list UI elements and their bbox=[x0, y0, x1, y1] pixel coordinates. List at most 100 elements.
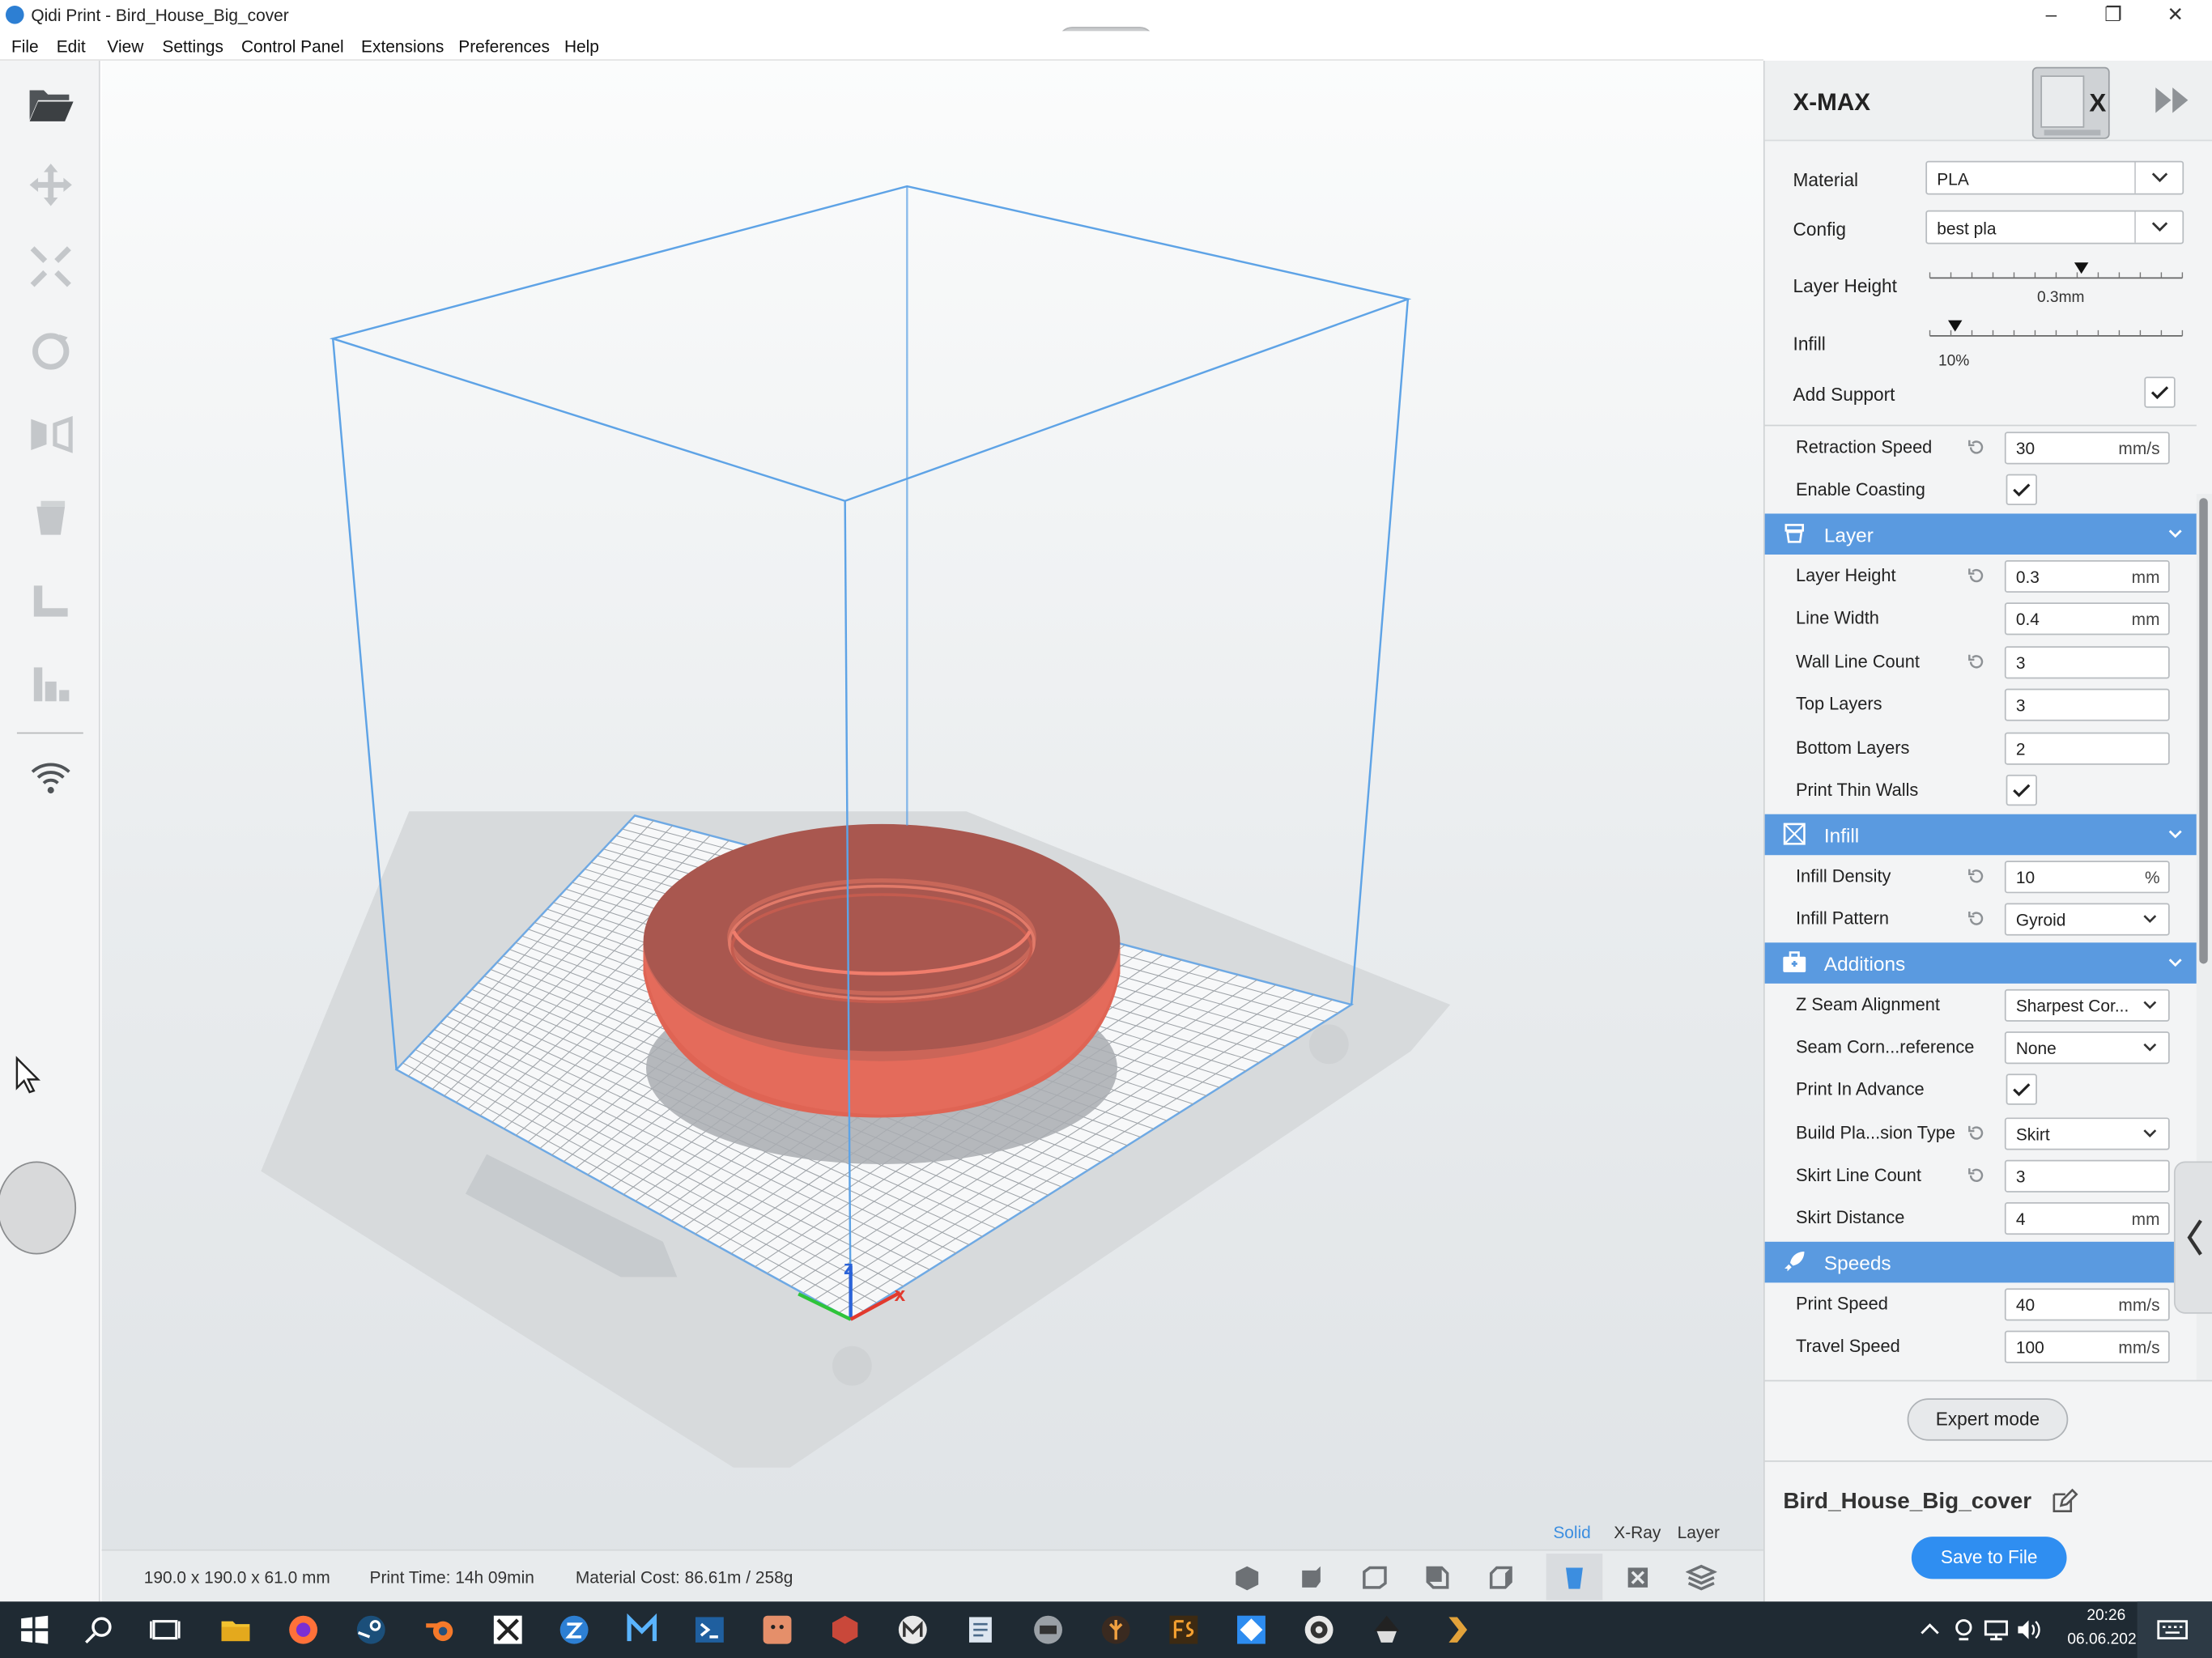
notepad-icon[interactable] bbox=[963, 1613, 998, 1647]
layer-height-slider[interactable] bbox=[1927, 261, 2185, 283]
touch-keyboard-icon[interactable] bbox=[2155, 1613, 2189, 1647]
view-top-icon[interactable] bbox=[1359, 1562, 1389, 1592]
section-additions[interactable]: Additions bbox=[1764, 942, 2197, 984]
view-front-icon[interactable] bbox=[1295, 1562, 1325, 1592]
material-select[interactable]: PLA bbox=[1925, 160, 2184, 195]
restore-button[interactable]: ❐ bbox=[2082, 0, 2145, 31]
top-layers-input[interactable]: 3 bbox=[2004, 688, 2170, 721]
3d-viewport[interactable]: z x Solid X-Ray Layer 190.0 x 190.0 x 61… bbox=[101, 60, 1763, 1602]
z-seam-alignment-select[interactable]: Sharpest Cor... bbox=[2004, 988, 2170, 1022]
printer-name[interactable]: X-MAX bbox=[1793, 89, 1870, 117]
layer-height-input[interactable]: 0.3 mm bbox=[2004, 559, 2170, 593]
enable-coasting-checkbox[interactable] bbox=[2006, 474, 2037, 505]
solid-view-icon[interactable] bbox=[1559, 1562, 1589, 1592]
config-select[interactable]: best pla bbox=[1925, 210, 2184, 244]
print-in-advance-checkbox[interactable] bbox=[2006, 1073, 2037, 1105]
windows-start-icon[interactable] bbox=[17, 1613, 51, 1647]
collapse-panel-icon[interactable] bbox=[2153, 83, 2193, 117]
reset-icon[interactable] bbox=[1967, 908, 1986, 928]
line-width-input[interactable]: 0.4 mm bbox=[2004, 602, 2170, 636]
xray-view-icon[interactable] bbox=[1623, 1562, 1653, 1592]
build-plate-scene[interactable]: z x bbox=[101, 61, 1763, 1550]
blender-icon[interactable] bbox=[423, 1613, 457, 1647]
menu-view[interactable]: View bbox=[107, 36, 143, 56]
obs-icon[interactable] bbox=[1302, 1613, 1336, 1647]
infill-density-input[interactable]: 10% bbox=[2004, 861, 2170, 894]
skirt-line-count-input[interactable]: 3 bbox=[2004, 1159, 2170, 1192]
view-mode-xray[interactable]: X-Ray bbox=[1614, 1523, 1661, 1542]
open-folder-icon[interactable] bbox=[25, 78, 76, 129]
tray-volume-icon[interactable] bbox=[2014, 1613, 2043, 1647]
arrow-app-icon[interactable] bbox=[1440, 1613, 1474, 1647]
firefox-icon[interactable] bbox=[287, 1613, 321, 1647]
infill-slider[interactable] bbox=[1927, 319, 2185, 342]
skirt-distance-input[interactable]: 4 mm bbox=[2004, 1202, 2170, 1235]
fusion-fs-icon[interactable] bbox=[1167, 1613, 1201, 1647]
menu-file[interactable]: File bbox=[11, 36, 39, 56]
close-button[interactable]: ✕ bbox=[2144, 0, 2206, 31]
infill-pattern-select[interactable]: Gyroid bbox=[2004, 903, 2170, 936]
reset-icon[interactable] bbox=[1967, 866, 1986, 886]
bottom-layers-input[interactable]: 2 bbox=[2004, 732, 2170, 765]
m-app-icon[interactable] bbox=[895, 1613, 929, 1647]
view-3d-icon[interactable] bbox=[1231, 1562, 1262, 1592]
settings-scrollbar-thumb[interactable] bbox=[2199, 498, 2208, 964]
save-to-file-button[interactable]: Save to File bbox=[1911, 1537, 2067, 1579]
support-blocker-icon[interactable] bbox=[25, 574, 76, 625]
wifi-icon[interactable] bbox=[25, 752, 76, 803]
edit-icon[interactable] bbox=[2050, 1487, 2078, 1516]
inkscape-icon[interactable] bbox=[1370, 1613, 1404, 1647]
move-icon[interactable] bbox=[25, 159, 76, 210]
steam-icon[interactable] bbox=[354, 1613, 388, 1647]
task-view-icon[interactable] bbox=[148, 1613, 182, 1647]
cube-app-icon[interactable] bbox=[828, 1613, 862, 1647]
layer-view-icon[interactable] bbox=[1686, 1562, 1717, 1592]
menu-help[interactable]: Help bbox=[564, 36, 599, 56]
menu-preferences[interactable]: Preferences bbox=[458, 36, 550, 56]
powershell-icon[interactable] bbox=[692, 1613, 726, 1647]
forge-app-icon[interactable] bbox=[1099, 1613, 1133, 1647]
reset-icon[interactable] bbox=[1967, 652, 1986, 671]
search-icon[interactable] bbox=[82, 1613, 116, 1647]
tray-webcam-icon[interactable] bbox=[1950, 1613, 1978, 1647]
face-app-icon[interactable] bbox=[760, 1613, 794, 1647]
reset-icon[interactable] bbox=[1967, 1123, 1986, 1142]
tray-network-icon[interactable] bbox=[1982, 1613, 2010, 1647]
maker-app-icon[interactable] bbox=[625, 1613, 659, 1647]
vr-app-icon[interactable] bbox=[1032, 1613, 1066, 1647]
reset-icon[interactable] bbox=[1967, 1166, 1986, 1185]
side-drawer-tab[interactable] bbox=[2173, 1161, 2212, 1314]
file-explorer-icon[interactable] bbox=[219, 1613, 253, 1647]
xcode-like-icon[interactable] bbox=[491, 1613, 525, 1647]
reset-icon[interactable] bbox=[1967, 566, 1986, 585]
minimize-button[interactable]: – bbox=[2020, 0, 2082, 31]
tray-chevron-up-icon[interactable] bbox=[1916, 1613, 1944, 1647]
add-support-checkbox[interactable] bbox=[2144, 376, 2176, 408]
reset-icon[interactable] bbox=[1967, 437, 1986, 457]
expert-mode-button[interactable]: Expert mode bbox=[1907, 1398, 2069, 1441]
qidi-print-icon[interactable] bbox=[557, 1613, 591, 1647]
view-right-icon[interactable] bbox=[1486, 1562, 1516, 1592]
per-model-settings-icon[interactable] bbox=[25, 492, 76, 543]
print-speed-input[interactable]: 40 mm/s bbox=[2004, 1288, 2170, 1321]
seam-corner-preference-select[interactable]: None bbox=[2004, 1031, 2170, 1065]
travel-speed-input[interactable]: 100 mm/s bbox=[2004, 1330, 2170, 1363]
view-mode-layer[interactable]: Layer bbox=[1678, 1523, 1720, 1542]
view-mode-solid[interactable]: Solid bbox=[1553, 1523, 1590, 1542]
menu-extensions[interactable]: Extensions bbox=[361, 36, 444, 56]
cura-like-icon[interactable] bbox=[1235, 1613, 1269, 1647]
menu-control-panel[interactable]: Control Panel bbox=[241, 36, 344, 56]
rotate-icon[interactable] bbox=[25, 326, 76, 377]
retraction-speed-input[interactable]: 30 mm/s bbox=[2004, 432, 2170, 465]
build-plate-adhesion-select[interactable]: Skirt bbox=[2004, 1117, 2170, 1150]
scale-icon[interactable] bbox=[25, 241, 76, 292]
section-speeds[interactable]: Speeds bbox=[1764, 1241, 2197, 1283]
print-thin-walls-checkbox[interactable] bbox=[2006, 774, 2037, 806]
menu-edit[interactable]: Edit bbox=[57, 36, 86, 56]
mirror-icon[interactable] bbox=[25, 408, 76, 459]
wall-line-count-input[interactable]: 3 bbox=[2004, 646, 2170, 679]
menu-settings[interactable]: Settings bbox=[162, 36, 223, 56]
section-infill[interactable]: Infill bbox=[1764, 814, 2197, 856]
floating-circle-button[interactable] bbox=[0, 1161, 77, 1255]
view-left-icon[interactable] bbox=[1422, 1562, 1453, 1592]
